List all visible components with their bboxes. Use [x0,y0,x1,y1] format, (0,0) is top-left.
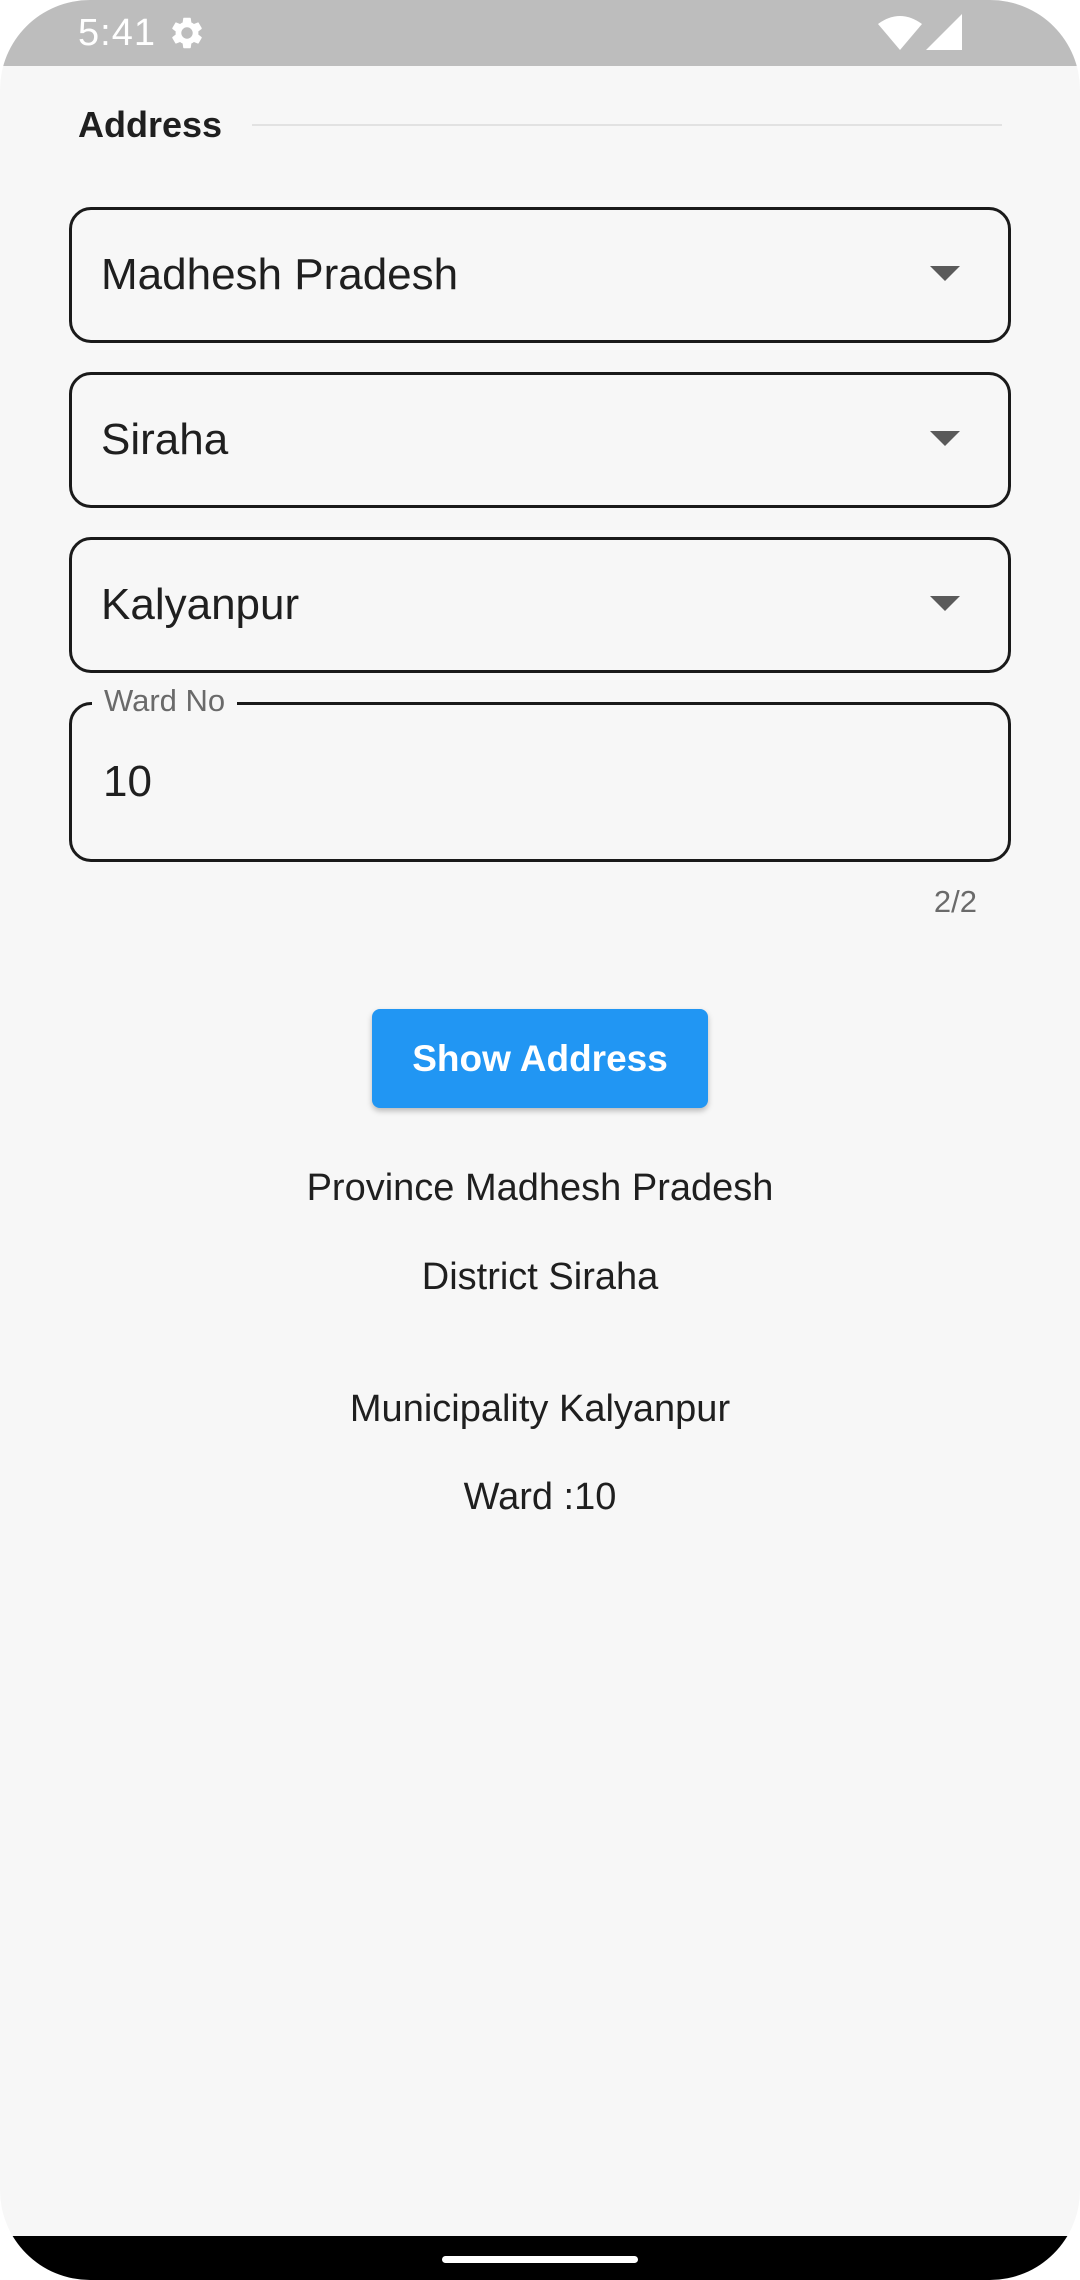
signal-icon [926,14,962,50]
district-value: Siraha [101,415,229,464]
result-municipality: Municipality Kalyanpur [349,1388,731,1430]
ward-number-field[interactable]: Ward No 10 [69,681,1011,862]
status-bar: 5:41 [0,0,1080,66]
home-indicator[interactable] [442,2256,638,2263]
dropdown-arrow-icon [930,431,960,446]
result-ward: Ward :10 [463,1476,617,1518]
province-dropdown[interactable]: Madhesh Pradesh [69,207,1011,343]
district-dropdown[interactable]: Siraha [69,372,1011,508]
municipality-value: Kalyanpur [101,580,300,629]
result-district: District Siraha [421,1256,659,1298]
status-time: 5:41 [78,12,156,54]
gear-icon [172,17,202,49]
municipality-dropdown[interactable]: Kalyanpur [69,537,1011,673]
ward-character-counter: 2/2 [933,884,977,919]
ward-field-value[interactable]: 10 [103,705,152,859]
section-title: Address [78,104,223,145]
section-divider [252,124,1002,126]
result-province: Province Madhesh Pradesh [306,1167,774,1209]
dropdown-arrow-icon [930,266,960,281]
app-screen: 5:41 Address Madhesh Pradesh Siraha Kaly… [0,0,1080,2280]
wifi-icon [878,16,922,50]
province-value: Madhesh Pradesh [101,250,459,299]
dropdown-arrow-icon [930,596,960,611]
show-address-button[interactable]: Show Address [372,1009,708,1108]
address-section-header: Address [78,100,1002,150]
